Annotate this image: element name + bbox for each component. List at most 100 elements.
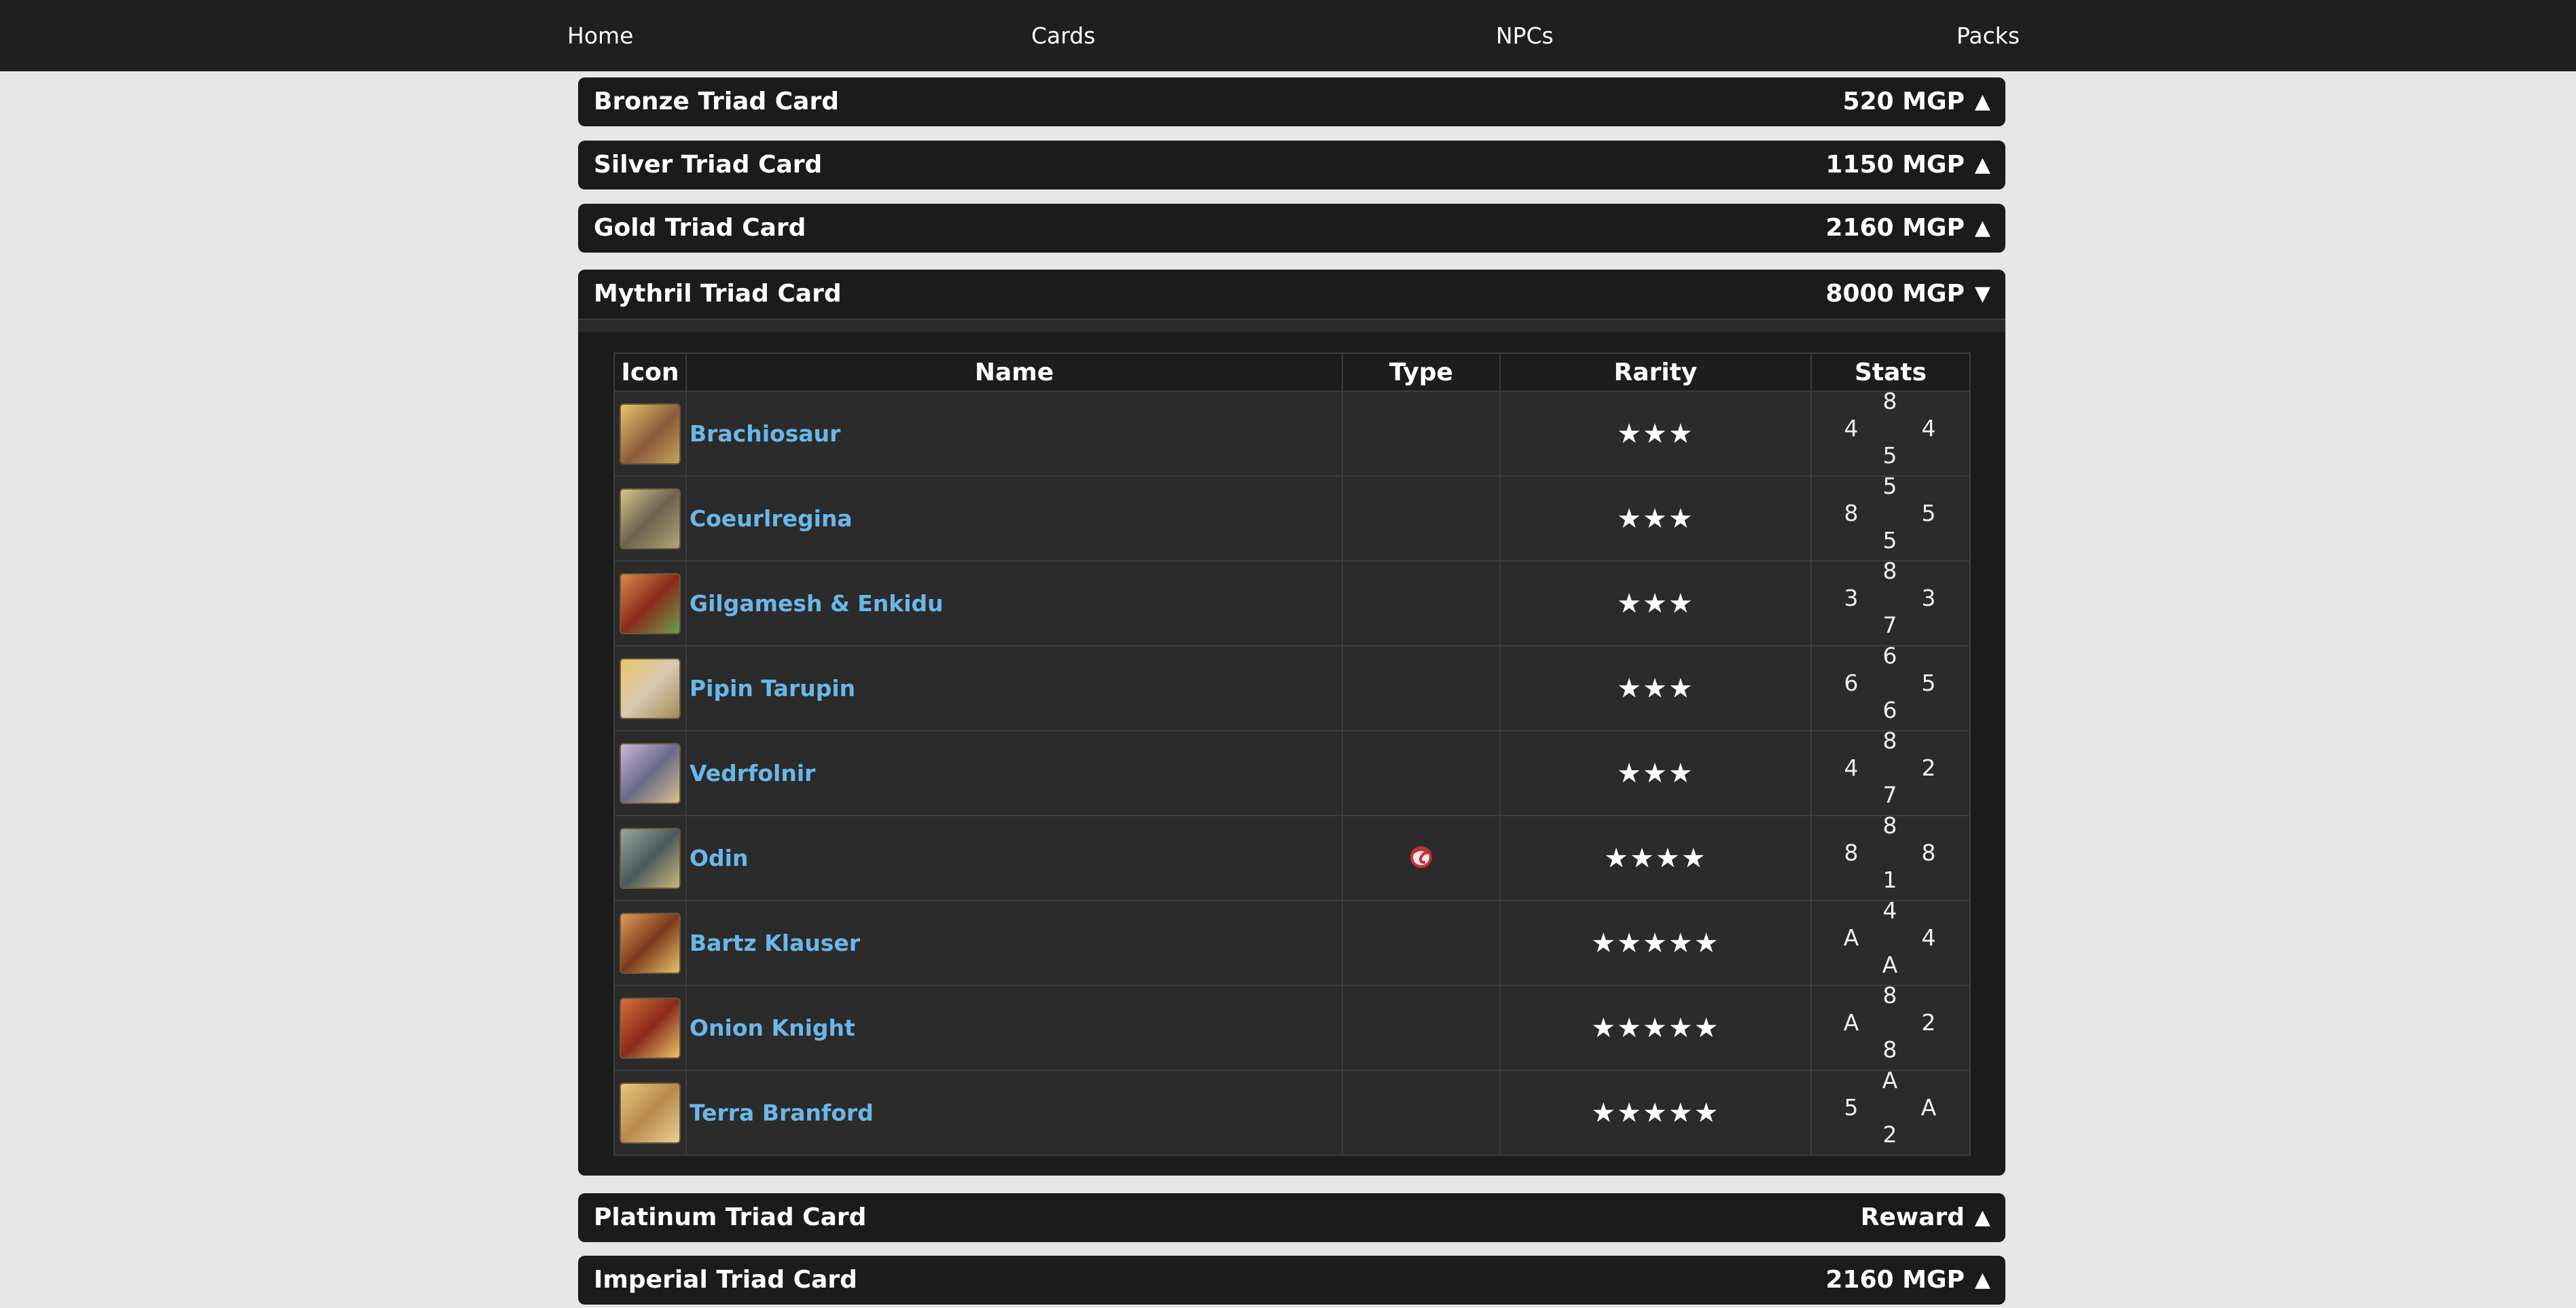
nav-npcs-link[interactable]: NPCs bbox=[1496, 0, 1554, 71]
pack-bronze-header[interactable]: Bronze Triad Card 520 MGP ▲ bbox=[578, 77, 2005, 126]
pack-gold: Gold Triad Card 2160 MGP ▲ bbox=[578, 204, 2005, 253]
card-rarity-stars: ★★★ bbox=[1499, 390, 1812, 477]
card-name-link[interactable]: Vedrfolnir bbox=[690, 760, 815, 786]
card-name-cell: Pipin Tarupin bbox=[685, 645, 1343, 731]
card-name-link[interactable]: Gilgamesh & Enkidu bbox=[690, 590, 944, 617]
stat-bottom: 5 bbox=[1882, 527, 1897, 553]
stat-left: 4 bbox=[1844, 755, 1859, 781]
card-name-cell: Onion Knight bbox=[685, 985, 1343, 1071]
card-rarity-stars: ★★★ bbox=[1499, 475, 1812, 562]
pack-title: Silver Triad Card bbox=[594, 151, 823, 179]
card-portrait-icon[interactable] bbox=[620, 488, 681, 549]
expand-arrow-icon: ▲ bbox=[1974, 216, 1990, 240]
stat-right: 2 bbox=[1921, 755, 1936, 781]
pack-title: Gold Triad Card bbox=[594, 214, 806, 242]
card-name-link[interactable]: Coeurlregina bbox=[690, 505, 853, 532]
card-portrait-icon[interactable] bbox=[620, 912, 681, 974]
expand-arrow-icon: ▲ bbox=[1974, 1205, 1990, 1229]
stat-right: 4 bbox=[1921, 924, 1936, 951]
pack-silver-header[interactable]: Silver Triad Card 1150 MGP ▲ bbox=[578, 141, 2005, 189]
card-name-link[interactable]: Odin bbox=[690, 845, 748, 871]
card-name-link[interactable]: Pipin Tarupin bbox=[690, 675, 855, 702]
primal-type-icon bbox=[1410, 846, 1432, 868]
table-row: Coeurlregina ★★★ 5 8 5 5 bbox=[613, 473, 1971, 562]
table-header-row: Icon Name Type Rarity Stats bbox=[613, 352, 1971, 392]
nav-packs-link[interactable]: Packs bbox=[1956, 0, 2020, 71]
stat-bottom: 6 bbox=[1882, 697, 1897, 723]
stat-right: A bbox=[1920, 1094, 1937, 1121]
expand-arrow-icon: ▲ bbox=[1974, 90, 1990, 113]
pack-silver: Silver Triad Card 1150 MGP ▲ bbox=[578, 141, 2005, 189]
table-row: Pipin Tarupin ★★★ 6 6 5 6 bbox=[613, 642, 1971, 731]
card-icon-cell bbox=[613, 560, 687, 647]
pack-title: Bronze Triad Card bbox=[594, 88, 839, 115]
pack-mythril: Mythril Triad Card 8000 MGP ▼ Icon Name … bbox=[578, 270, 2005, 1176]
card-name-link[interactable]: Brachiosaur bbox=[690, 420, 840, 447]
column-header-rarity: Rarity bbox=[1499, 352, 1812, 392]
pack-platinum: Platinum Triad Card Reward ▲ bbox=[578, 1193, 2005, 1242]
nav-cards-link[interactable]: Cards bbox=[1031, 0, 1095, 71]
expand-arrow-icon: ▲ bbox=[1974, 1268, 1990, 1292]
pack-price: 8000 MGP bbox=[1825, 280, 1965, 308]
card-name-cell: Brachiosaur bbox=[685, 390, 1343, 477]
card-name-link[interactable]: Bartz Klauser bbox=[690, 930, 860, 956]
table-row: Bartz Klauser ★★★★★ 4 A 4 A bbox=[613, 897, 1971, 986]
card-stats-cell: 83 37 bbox=[1810, 558, 1971, 647]
stat-top: 5 bbox=[1882, 473, 1897, 499]
pack-divider bbox=[578, 319, 2005, 332]
card-icon-cell bbox=[613, 985, 687, 1071]
card-name-link[interactable]: Onion Knight bbox=[690, 1015, 855, 1041]
stat-top: 6 bbox=[1882, 642, 1897, 669]
pack-price: 2160 MGP bbox=[1825, 1266, 1965, 1294]
card-type-cell bbox=[1342, 900, 1501, 986]
card-name-cell: Coeurlregina bbox=[685, 475, 1343, 562]
pack-title: Mythril Triad Card bbox=[594, 280, 842, 308]
card-portrait-icon[interactable] bbox=[620, 403, 681, 465]
stat-bottom: 2 bbox=[1882, 1121, 1897, 1148]
card-table: Icon Name Type Rarity Stats Brachiosaur ★… bbox=[613, 352, 1971, 1156]
card-icon-cell bbox=[613, 815, 687, 901]
pack-price: 1150 MGP bbox=[1825, 151, 1965, 179]
stat-bottom: 8 bbox=[1882, 1036, 1897, 1063]
card-name-link[interactable]: Terra Branford bbox=[690, 1100, 874, 1126]
stat-bottom: 1 bbox=[1882, 867, 1897, 893]
column-header-stats: Stats bbox=[1810, 352, 1971, 392]
stat-right: 5 bbox=[1921, 670, 1936, 696]
stat-left: 8 bbox=[1844, 500, 1859, 526]
card-rarity-stars: ★★★★★ bbox=[1499, 1070, 1812, 1156]
card-icon-cell bbox=[613, 900, 687, 986]
table-row: Terra Branford ★★★★★ A 5 A 2 bbox=[613, 1067, 1971, 1156]
column-header-type: Type bbox=[1342, 352, 1501, 392]
card-portrait-icon[interactable] bbox=[620, 997, 681, 1059]
top-navigation: Home Cards NPCs Packs bbox=[0, 0, 2576, 71]
card-portrait-icon[interactable] bbox=[620, 1082, 681, 1144]
column-header-name: Name bbox=[685, 352, 1343, 392]
stat-left: 8 bbox=[1844, 839, 1859, 866]
stat-top: 8 bbox=[1882, 812, 1897, 839]
card-name-cell: Vedrfolnir bbox=[685, 730, 1343, 816]
card-rarity-stars: ★★★ bbox=[1499, 560, 1812, 647]
pack-imperial-header[interactable]: Imperial Triad Card 2160 MGP ▲ bbox=[578, 1256, 2005, 1305]
stat-top: 8 bbox=[1882, 388, 1897, 414]
pack-gold-header[interactable]: Gold Triad Card 2160 MGP ▲ bbox=[578, 204, 2005, 253]
card-type-cell bbox=[1342, 730, 1501, 816]
table-row: Gilgamesh & Enkidu ★★★ 8 3 3 7 bbox=[613, 558, 1971, 647]
table-row: Vedrfolnir ★★★ 8 4 2 7 bbox=[613, 727, 1971, 816]
card-icon-cell bbox=[613, 1070, 687, 1156]
card-portrait-icon[interactable] bbox=[620, 742, 681, 804]
card-portrait-icon[interactable] bbox=[620, 827, 681, 889]
pack-imperial: Imperial Triad Card 2160 MGP ▲ bbox=[578, 1256, 2005, 1305]
pack-price: Reward bbox=[1860, 1203, 1965, 1231]
card-stats-cell: 84 27 bbox=[1810, 727, 1971, 816]
pack-platinum-header[interactable]: Platinum Triad Card Reward ▲ bbox=[578, 1193, 2005, 1242]
stat-top: 8 bbox=[1882, 727, 1897, 754]
stat-left: 5 bbox=[1844, 1094, 1859, 1121]
card-portrait-icon[interactable] bbox=[620, 573, 681, 634]
card-portrait-icon[interactable] bbox=[620, 657, 681, 719]
nav-home-link[interactable]: Home bbox=[567, 0, 633, 71]
card-stats-cell: A5A2 bbox=[1810, 1067, 1971, 1156]
pack-mythril-header[interactable]: Mythril Triad Card 8000 MGP ▼ bbox=[578, 270, 2005, 319]
stat-right: 8 bbox=[1921, 839, 1936, 866]
card-type-cell bbox=[1342, 985, 1501, 1071]
card-rarity-stars: ★★★★★ bbox=[1499, 900, 1812, 986]
